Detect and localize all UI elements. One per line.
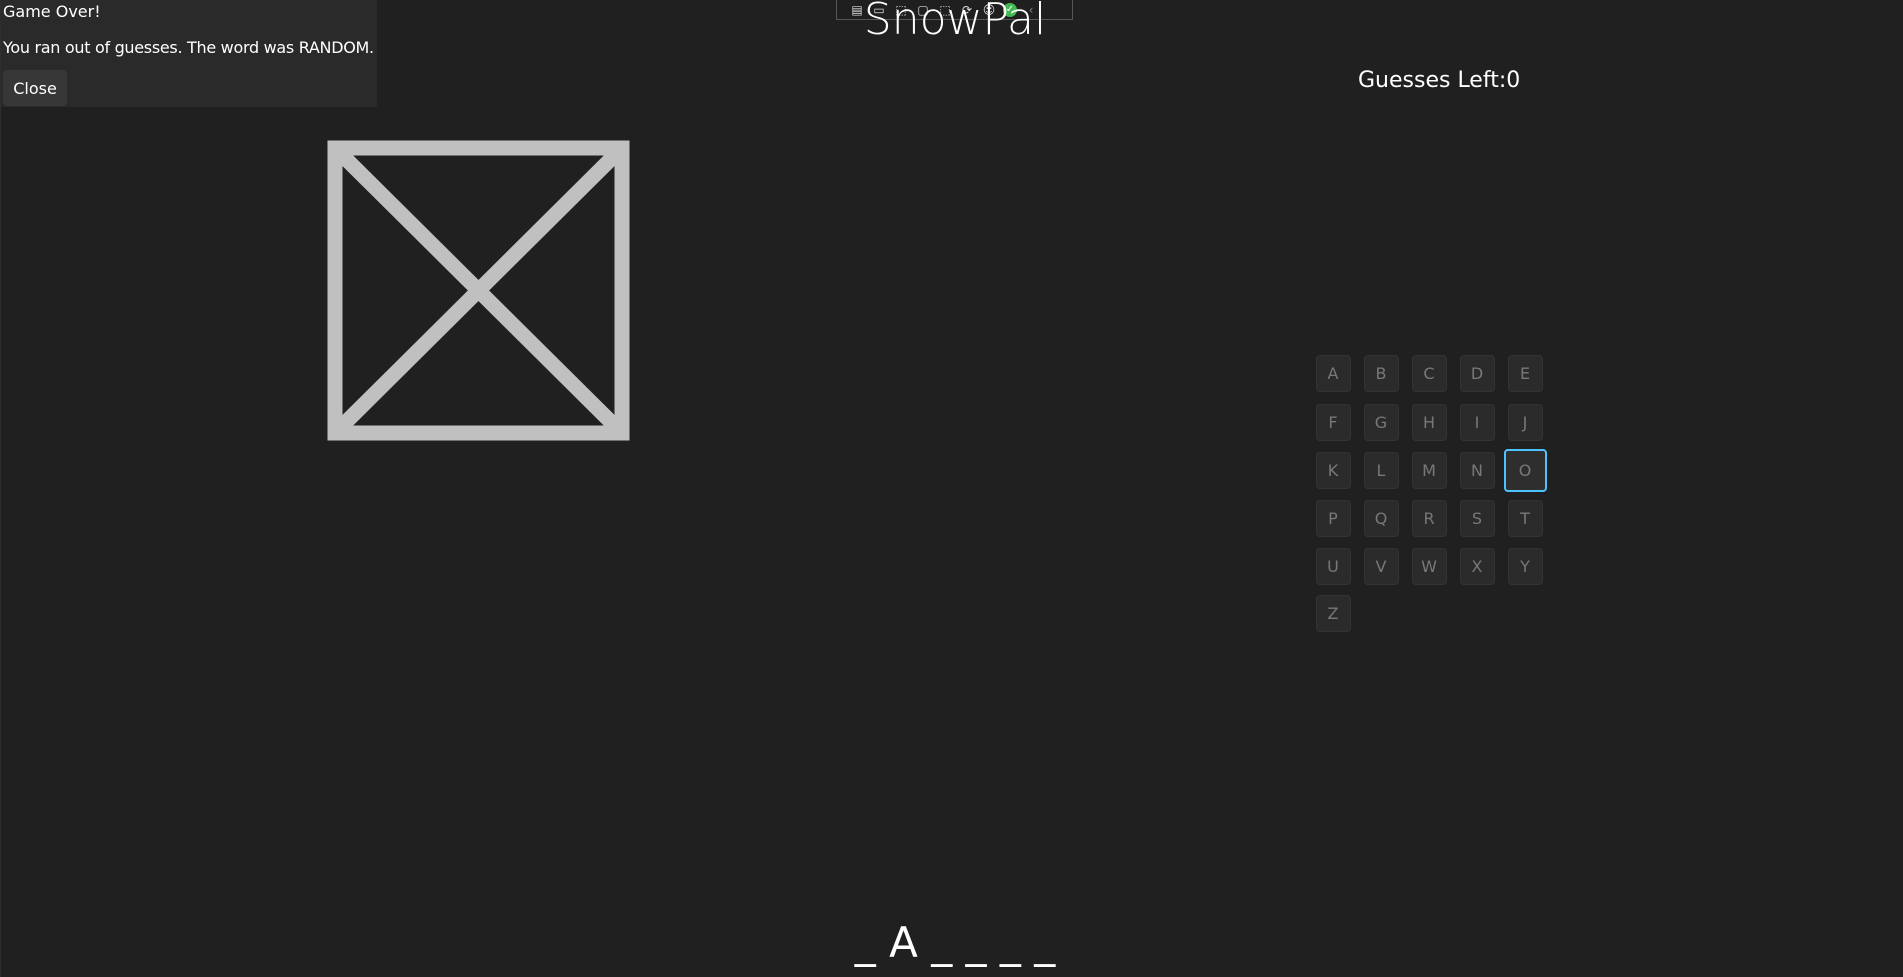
game-over-dialog: Game Over! You ran out of guesses. The w…	[1, 0, 377, 107]
letter-key-j[interactable]: J	[1507, 403, 1543, 441]
letter-key-n[interactable]: N	[1459, 451, 1495, 489]
letter-key-e[interactable]: E	[1507, 354, 1543, 392]
letter-key-z[interactable]: Z	[1315, 594, 1351, 632]
letter-key-c[interactable]: C	[1411, 354, 1447, 392]
guesses-left-label: Guesses Left:0	[1358, 68, 1521, 93]
app-title: SnowPal	[863, 0, 1047, 45]
letter-key-u[interactable]: U	[1315, 547, 1351, 585]
letter-key-r[interactable]: R	[1411, 499, 1447, 537]
letter-key-d[interactable]: D	[1459, 354, 1495, 392]
letter-key-y[interactable]: Y	[1507, 547, 1543, 585]
dialog-message: You ran out of guesses. The word was RAN…	[3, 38, 374, 57]
letter-key-g[interactable]: G	[1363, 403, 1399, 441]
missing-image-placeholder	[327, 140, 630, 441]
letter-key-k[interactable]: K	[1315, 451, 1351, 489]
live-visual-tree-icon[interactable]: ▤	[849, 3, 865, 17]
letter-key-a[interactable]: A	[1315, 354, 1351, 392]
letter-key-h[interactable]: H	[1411, 403, 1447, 441]
letter-key-q[interactable]: Q	[1363, 499, 1399, 537]
letter-key-i[interactable]: I	[1459, 403, 1495, 441]
close-button[interactable]: Close	[3, 70, 67, 106]
letter-key-o[interactable]: O	[1503, 448, 1547, 492]
letter-key-f[interactable]: F	[1315, 403, 1351, 441]
letter-key-p[interactable]: P	[1315, 499, 1351, 537]
letter-key-s[interactable]: S	[1459, 499, 1495, 537]
letter-key-t[interactable]: T	[1507, 499, 1543, 537]
dialog-title: Game Over!	[3, 2, 101, 21]
letter-key-w[interactable]: W	[1411, 547, 1447, 585]
letter-key-l[interactable]: L	[1363, 451, 1399, 489]
letter-key-x[interactable]: X	[1459, 547, 1495, 585]
word-display: _ A _ _ _ _	[854, 918, 1056, 967]
letter-key-m[interactable]: M	[1411, 451, 1447, 489]
letter-key-v[interactable]: V	[1363, 547, 1399, 585]
letter-key-b[interactable]: B	[1363, 354, 1399, 392]
